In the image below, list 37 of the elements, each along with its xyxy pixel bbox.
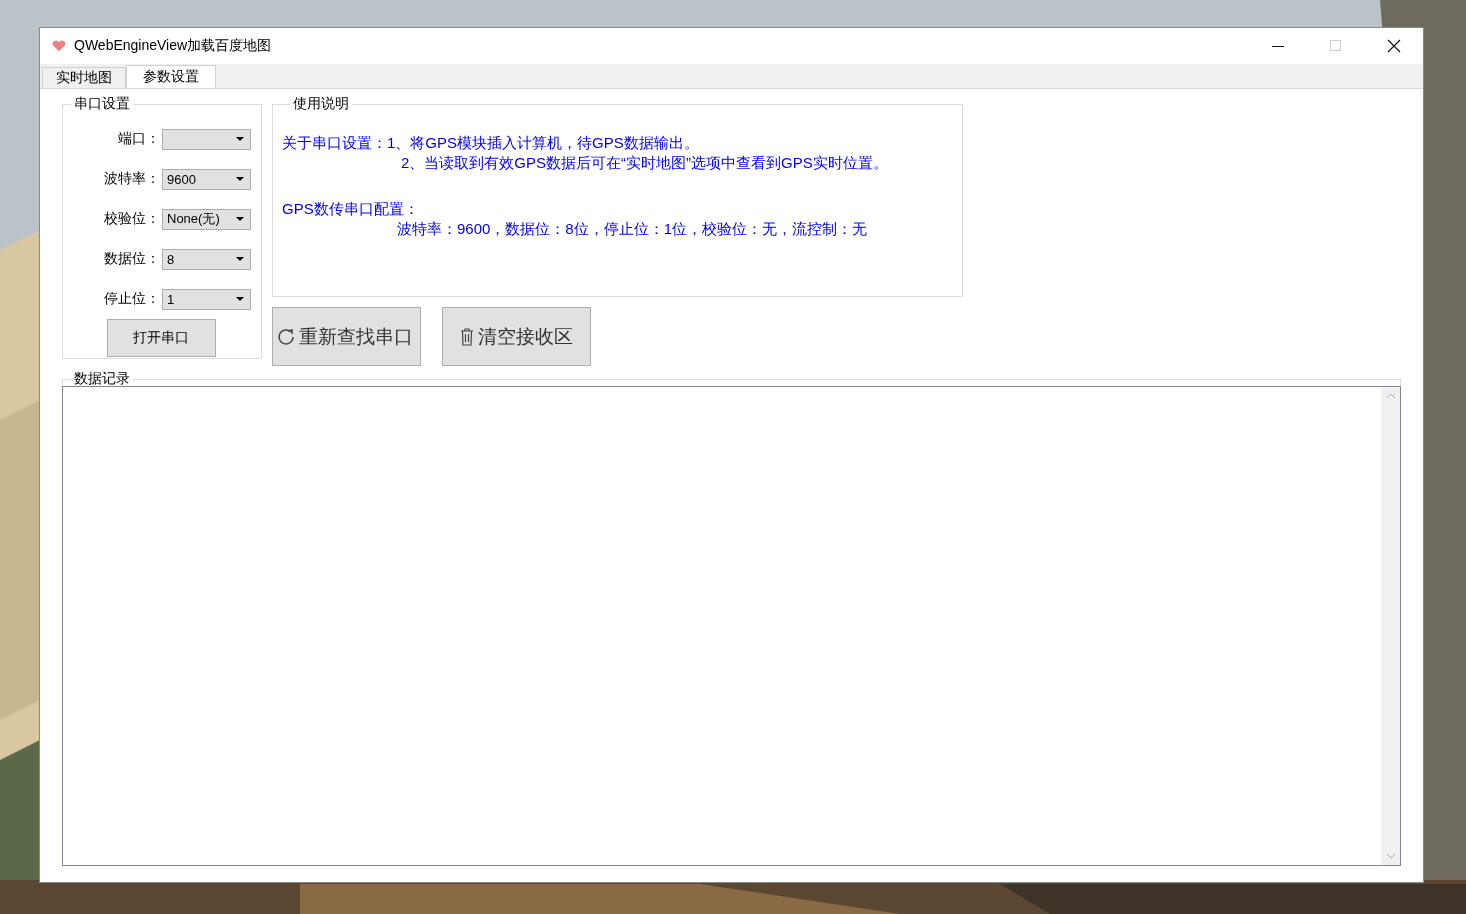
dropdown[interactable]: 9600 [162,168,251,190]
caret-icon [236,296,244,302]
action-button[interactable]: 重新查找串口 [272,307,421,366]
caret-icon [236,216,244,222]
tab[interactable]: 参数设置 [126,65,216,88]
maximize-icon[interactable] [1330,40,1342,52]
field-label: 停止位： [103,290,161,308]
caret-icon [236,176,244,182]
group-title: 使用说明 [292,95,350,113]
dropdown[interactable] [162,128,251,150]
tab[interactable]: 实时地图 [42,67,126,88]
open-port-button[interactable]: 打开串口 [106,319,216,357]
caret-icon [236,256,244,262]
field-label: 数据位： [103,250,161,268]
instruction-text: 2、当读取到有效GPS数据后可在“实时地图”选项中查看到GPS实时位置。 [401,154,888,171]
instruction-text: 1、将GPS模块插入计算机，待GPS数据输出。 [387,134,699,151]
dropdown[interactable]: 8 [162,248,251,270]
group-title: 串口设置 [73,95,131,113]
field-label: 校验位： [103,210,161,228]
group-title: 数据记录 [73,370,131,388]
field-label: 波特率： [103,170,161,188]
refresh-icon [277,327,295,346]
window-title: QWebEngineView加载百度地图 [74,37,272,55]
dropdown[interactable]: None(无) [162,208,251,230]
scroll-up-icon[interactable] [1385,393,1396,399]
instruction-text: 波特率：9600，数据位：8位，停止位：1位，校验位：无，流控制：无 [397,220,868,237]
close-icon[interactable] [1387,39,1401,53]
dropdown[interactable]: 1 [162,288,251,310]
field-label: 端口： [117,130,161,148]
scrollbar[interactable] [1381,387,1400,865]
instruction-heading: GPS数传串口配置： [282,200,419,217]
caret-icon [236,136,244,142]
trash-icon [460,327,474,346]
instruction-heading: 关于串口设置： [282,134,387,151]
scroll-down-icon[interactable] [1385,853,1396,859]
action-button[interactable]: 清空接收区 [442,307,591,366]
heart-icon [52,40,66,52]
